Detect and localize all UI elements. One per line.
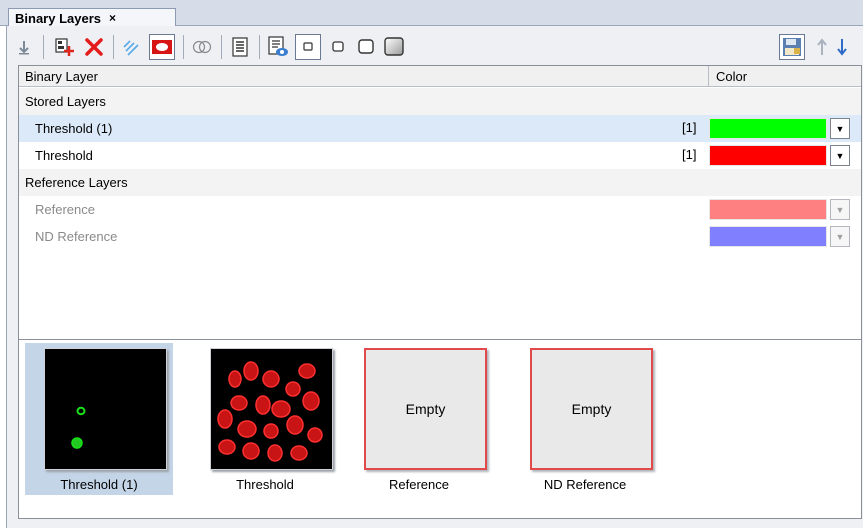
column-header-binary-layer[interactable]: Binary Layer	[25, 69, 98, 84]
thumbnail-reference[interactable]: Empty Reference	[345, 343, 493, 495]
layer-name: Threshold (1)	[35, 121, 113, 136]
binary-image-preview	[210, 348, 333, 470]
tab-binary-layers[interactable]: Binary Layers ×	[8, 8, 176, 27]
color-swatch[interactable]	[709, 118, 827, 139]
layer-count: [1]	[682, 147, 697, 162]
delete-icon[interactable]	[81, 34, 107, 60]
empty-preview: Empty	[530, 348, 653, 470]
color-swatch[interactable]	[709, 145, 827, 166]
cells-image	[71, 406, 86, 449]
arrow-up-icon[interactable]	[813, 34, 831, 60]
table-row[interactable]: ND Reference ▼	[19, 223, 861, 250]
empty-preview: Empty	[364, 348, 487, 470]
list-icon[interactable]	[227, 34, 253, 60]
thumbnail-nd-reference[interactable]: Empty ND Reference	[511, 343, 659, 495]
table-row[interactable]: Threshold [1] ▼	[19, 142, 861, 169]
close-icon[interactable]: ×	[109, 11, 116, 25]
tab-title: Binary Layers	[15, 10, 101, 26]
chevron-down-icon: ▼	[830, 199, 850, 220]
move-down-icon[interactable]	[11, 34, 37, 60]
arrow-down-icon[interactable]	[833, 34, 851, 60]
layer-name: ND Reference	[35, 229, 118, 244]
size-tiny-icon[interactable]	[295, 34, 321, 60]
fill-mode-icon[interactable]	[149, 34, 175, 60]
group-reference-layers: Reference Layers	[19, 169, 861, 196]
thumbnail-threshold[interactable]: Threshold	[191, 343, 339, 495]
thumbnail-label: Threshold (1)	[60, 477, 138, 492]
thumbnail-threshold-1[interactable]: Threshold (1)	[25, 343, 173, 495]
save-icon[interactable]	[779, 34, 805, 60]
color-swatch	[709, 199, 827, 220]
size-medium-icon[interactable]	[353, 34, 379, 60]
binary-image-preview	[44, 348, 167, 470]
chevron-down-icon[interactable]: ▼	[830, 118, 850, 139]
chevron-down-icon[interactable]: ▼	[830, 145, 850, 166]
thumbnail-panel: Threshold (1) Threshold Empty Reference …	[18, 339, 862, 519]
tab-strip: Binary Layers ×	[0, 0, 863, 27]
binary-layer-table: Binary Layer Color Stored Layers Thresho…	[18, 65, 862, 355]
chevron-down-icon: ▼	[830, 226, 850, 247]
sparkle-icon[interactable]	[119, 34, 145, 60]
table-row[interactable]: Threshold (1) [1] ▼	[19, 115, 861, 142]
intersect-icon[interactable]	[189, 34, 215, 60]
layer-name: Reference	[35, 202, 95, 217]
size-large-icon[interactable]	[381, 34, 407, 60]
table-header: Binary Layer Color	[19, 66, 861, 87]
layer-name: Threshold	[35, 148, 93, 163]
table-row[interactable]: Reference ▼	[19, 196, 861, 223]
layer-count: [1]	[682, 120, 697, 135]
cells-image	[217, 361, 323, 462]
toolbar	[7, 26, 863, 66]
color-swatch	[709, 226, 827, 247]
column-header-color[interactable]: Color	[716, 69, 747, 84]
view-icon[interactable]	[265, 34, 291, 60]
group-label: Stored Layers	[25, 94, 106, 109]
thumbnail-label: Threshold	[236, 477, 294, 492]
group-label: Reference Layers	[25, 175, 128, 190]
size-small-icon[interactable]	[325, 34, 351, 60]
thumbnail-label: Reference	[389, 477, 449, 492]
binary-layers-panel: Binary Layer Color Stored Layers Thresho…	[6, 26, 863, 528]
group-stored-layers: Stored Layers	[19, 88, 861, 115]
thumbnail-label: ND Reference	[543, 477, 627, 492]
add-layer-icon[interactable]	[51, 34, 77, 60]
